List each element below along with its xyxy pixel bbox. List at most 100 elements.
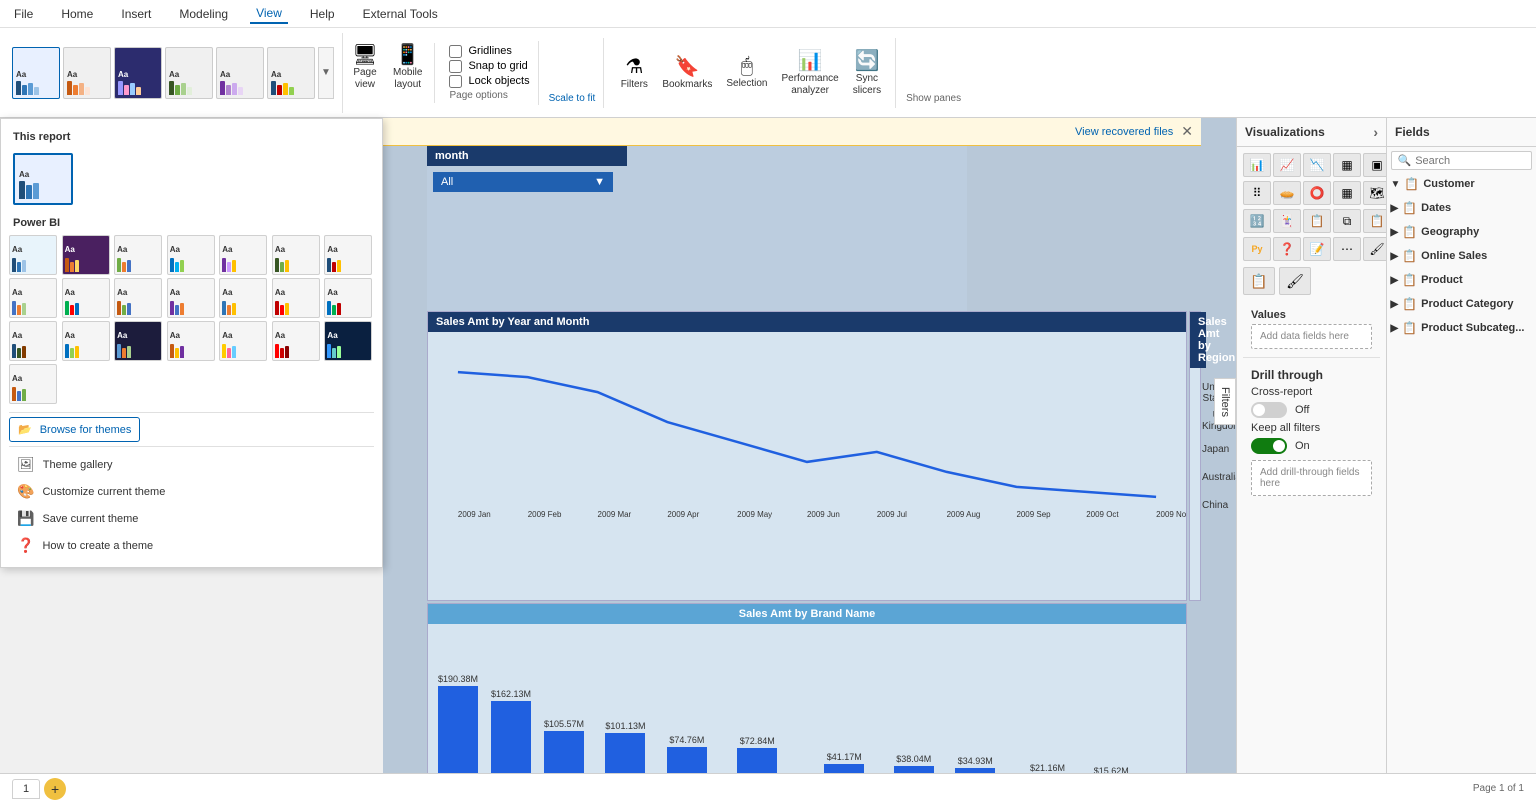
- viz-expand-icon[interactable]: ›: [1373, 124, 1378, 140]
- how-to-item[interactable]: ❓ How to create a theme: [9, 532, 374, 559]
- brand-bars-container: $190.38M Contoso $162.13M Fabrikam $105.…: [428, 624, 1186, 773]
- performance-analyzer-btn[interactable]: 📊 Performance analyzer: [775, 44, 844, 101]
- theme-thumb-5[interactable]: Aa: [216, 47, 264, 99]
- viz-clustered-bar[interactable]: ▣: [1363, 153, 1387, 177]
- sync-slicers-btn[interactable]: 🔄 Sync slicers: [847, 44, 887, 101]
- keep-all-toggle[interactable]: [1251, 438, 1287, 454]
- theme-option-18[interactable]: Aa: [167, 321, 215, 361]
- theme-option-8[interactable]: Aa: [9, 278, 57, 318]
- theme-option-16[interactable]: Aa: [62, 321, 110, 361]
- gridlines-checkbox[interactable]: [449, 45, 462, 58]
- fields-search-box[interactable]: 🔍: [1391, 151, 1533, 170]
- menu-help[interactable]: Help: [304, 5, 341, 23]
- mobile-layout-btn[interactable]: 📱 Mobile layout: [387, 38, 428, 108]
- theme-option-5[interactable]: Aa: [219, 235, 267, 275]
- filter-dropdown[interactable]: All ▼: [433, 172, 613, 192]
- bookmarks-btn[interactable]: 🔖 Bookmarks: [656, 50, 718, 95]
- viz-table[interactable]: 📋: [1363, 209, 1387, 233]
- theme-option-4[interactable]: Aa: [167, 235, 215, 275]
- drill-dropzone[interactable]: Add drill-through fields here: [1251, 460, 1372, 496]
- viz-qna[interactable]: ❓: [1273, 237, 1301, 261]
- build-table-icon[interactable]: 📋: [1243, 267, 1275, 295]
- viz-area-chart[interactable]: 📉: [1303, 153, 1331, 177]
- product-group-header[interactable]: ▶ 📋 Product: [1387, 270, 1536, 290]
- theme-gallery-item[interactable]: 🖼 Theme gallery: [9, 451, 374, 478]
- theme-option-14[interactable]: Aa: [324, 278, 372, 318]
- theme-option-19[interactable]: Aa: [219, 321, 267, 361]
- product-category-group-header[interactable]: ▶ 📋 Product Category: [1387, 294, 1536, 314]
- snap-to-grid-checkbox[interactable]: [449, 60, 462, 73]
- viz-bar-chart[interactable]: 📊: [1243, 153, 1271, 177]
- theme-thumb-6[interactable]: Aa: [267, 47, 315, 99]
- viz-kpi[interactable]: 📋: [1303, 209, 1331, 233]
- current-theme-preview[interactable]: Aa: [13, 153, 73, 205]
- product-subcategory-group-header[interactable]: ▶ 📋 Product Subcateg...: [1387, 318, 1536, 338]
- theme-option-22[interactable]: Aa: [9, 364, 57, 404]
- theme-option-9[interactable]: Aa: [62, 278, 110, 318]
- theme-option-3[interactable]: Aa: [114, 235, 162, 275]
- viz-treemap[interactable]: ▦: [1333, 181, 1361, 205]
- menu-file[interactable]: File: [8, 5, 39, 23]
- view-recovered-link[interactable]: View recovered files: [1075, 126, 1173, 138]
- theme-option-11[interactable]: Aa: [167, 278, 215, 318]
- browse-themes-label: Browse for themes: [40, 424, 132, 436]
- theme-option-6[interactable]: Aa: [272, 235, 320, 275]
- viz-donut[interactable]: ⭕: [1303, 181, 1331, 205]
- viz-line-chart[interactable]: 📈: [1273, 153, 1301, 177]
- viz-pie[interactable]: 🥧: [1273, 181, 1301, 205]
- online-sales-group-header[interactable]: ▶ 📋 Online Sales: [1387, 246, 1536, 266]
- viz-gauge[interactable]: 🔢: [1243, 209, 1271, 233]
- theme-option-10[interactable]: Aa: [114, 278, 162, 318]
- theme-option-20[interactable]: Aa: [272, 321, 320, 361]
- selection-btn[interactable]: 🖱 Selection: [720, 51, 773, 94]
- help-icon: ❓: [17, 537, 34, 554]
- save-theme-item[interactable]: 💾 Save current theme: [9, 505, 374, 532]
- browse-themes-btn[interactable]: 📂 Browse for themes: [9, 417, 140, 442]
- theme-scroll-btn[interactable]: ▼: [318, 47, 334, 99]
- viz-card[interactable]: 🃏: [1273, 209, 1301, 233]
- theme-option-12[interactable]: Aa: [219, 278, 267, 318]
- menu-external-tools[interactable]: External Tools: [357, 5, 444, 23]
- lock-objects-checkbox[interactable]: [449, 75, 462, 88]
- viz-stacked-bar[interactable]: ▦: [1333, 153, 1361, 177]
- build-paint-icon[interactable]: 🖌: [1279, 267, 1311, 295]
- theme-option-17[interactable]: Aa: [114, 321, 162, 361]
- theme-option-13[interactable]: Aa: [272, 278, 320, 318]
- viz-smart-narrative[interactable]: 📝: [1303, 237, 1331, 261]
- theme-thumb-1[interactable]: Aa: [12, 47, 60, 99]
- viz-python[interactable]: Py: [1243, 237, 1271, 261]
- theme-option-21[interactable]: Aa: [324, 321, 372, 361]
- theme-option-15[interactable]: Aa: [9, 321, 57, 361]
- add-page-btn[interactable]: +: [44, 778, 66, 800]
- viz-map[interactable]: 🗺: [1363, 181, 1387, 205]
- page-options-label: Page options: [449, 90, 529, 101]
- menu-insert[interactable]: Insert: [115, 5, 157, 23]
- fields-search-input[interactable]: [1415, 155, 1525, 167]
- menu-home[interactable]: Home: [55, 5, 99, 23]
- theme-option-2[interactable]: Aa: [62, 235, 110, 275]
- filters-side-tab[interactable]: Filters: [1214, 378, 1236, 426]
- viz-more[interactable]: ⋯: [1333, 237, 1361, 261]
- filters-btn[interactable]: ⚗ Filters: [614, 50, 654, 95]
- theme-thumb-2[interactable]: Aa: [63, 47, 111, 99]
- geography-group-header[interactable]: ▶ 📋 Geography: [1387, 222, 1536, 242]
- dates-group-header[interactable]: ▶ 📋 Dates: [1387, 198, 1536, 218]
- page-view-btn[interactable]: 🖥 Page view: [345, 38, 385, 108]
- viz-slicer[interactable]: ⧉: [1333, 209, 1361, 233]
- theme-thumb-4[interactable]: Aa: [165, 47, 213, 99]
- values-dropzone[interactable]: Add data fields here: [1251, 324, 1372, 349]
- customize-theme-item[interactable]: 🎨 Customize current theme: [9, 478, 374, 505]
- page-1-tab[interactable]: 1: [12, 779, 40, 799]
- menu-view[interactable]: View: [250, 4, 288, 24]
- close-banner-btn[interactable]: ✕: [1181, 123, 1193, 140]
- ribbon: Aa Aa Aa: [0, 28, 1536, 118]
- viz-format[interactable]: 🖌: [1363, 237, 1387, 261]
- scale-to-fit-label[interactable]: Scale to fit: [549, 93, 596, 104]
- theme-thumb-3[interactable]: Aa: [114, 47, 162, 99]
- theme-option-1[interactable]: Aa: [9, 235, 57, 275]
- theme-option-7[interactable]: Aa: [324, 235, 372, 275]
- cross-report-toggle[interactable]: [1251, 402, 1287, 418]
- customer-group-header[interactable]: ▼ 📋 Customer: [1387, 174, 1536, 194]
- menu-modeling[interactable]: Modeling: [173, 5, 234, 23]
- viz-scatter[interactable]: ⠿: [1243, 181, 1271, 205]
